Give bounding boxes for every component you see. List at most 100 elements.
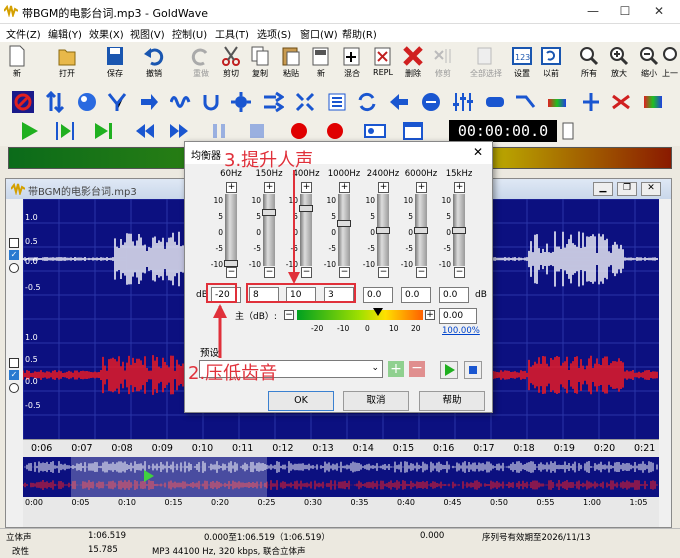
minimize-button[interactable]: — bbox=[582, 2, 604, 20]
play-selection-icon[interactable] bbox=[54, 120, 76, 142]
band-0-slider[interactable] bbox=[225, 194, 237, 266]
band-4-increase-button[interactable]: + bbox=[378, 182, 389, 193]
filter-icon[interactable] bbox=[484, 91, 506, 113]
markers-icon[interactable] bbox=[326, 91, 348, 113]
trim-button[interactable]: 修剪 bbox=[428, 44, 458, 86]
ok-button[interactable]: OK bbox=[268, 391, 334, 411]
band-5-value-field[interactable]: 0.0 bbox=[401, 287, 431, 303]
paste-button[interactable]: 粘贴 bbox=[276, 44, 306, 86]
mix-button[interactable]: 混合 bbox=[337, 44, 367, 86]
zoom-all-button[interactable]: 所有 bbox=[574, 44, 604, 86]
pause-icon[interactable] bbox=[208, 120, 230, 142]
visible-range[interactable] bbox=[71, 457, 267, 497]
set-marker-button[interactable]: 123 设置 bbox=[507, 44, 537, 86]
save-button[interactable]: 保存 bbox=[100, 44, 130, 86]
redo-button[interactable]: 重做 bbox=[186, 44, 216, 86]
equalizer-icon[interactable] bbox=[452, 91, 474, 113]
stop-icon[interactable] bbox=[246, 120, 268, 142]
band-1-decrease-button[interactable]: − bbox=[264, 267, 275, 278]
arrow-left-icon[interactable] bbox=[388, 91, 410, 113]
doc-minimize-button[interactable]: ▁ bbox=[593, 182, 613, 196]
close-button[interactable]: ✕ bbox=[648, 2, 670, 20]
preview-stop-button[interactable] bbox=[464, 361, 482, 379]
preview-play-button[interactable] bbox=[440, 361, 458, 379]
band-6-decrease-button[interactable]: − bbox=[454, 267, 465, 278]
window-icon[interactable] bbox=[402, 120, 424, 142]
menu-window[interactable]: 窗口(W) bbox=[300, 26, 338, 41]
resample-icon[interactable] bbox=[230, 91, 252, 113]
band-3-slider[interactable] bbox=[338, 194, 350, 266]
band-5-increase-button[interactable]: + bbox=[416, 182, 427, 193]
band-6-increase-button[interactable]: + bbox=[454, 182, 465, 193]
cut-button[interactable]: 剪切 bbox=[216, 44, 246, 86]
band-2-increase-button[interactable]: + bbox=[301, 182, 312, 193]
spatial-icon[interactable] bbox=[294, 91, 316, 113]
reverse-icon[interactable] bbox=[200, 91, 222, 113]
band-1-thumb[interactable] bbox=[262, 209, 276, 217]
spectrum-icon[interactable] bbox=[546, 91, 568, 113]
band-1-slider[interactable] bbox=[263, 194, 275, 266]
replace-button[interactable]: REPL bbox=[368, 44, 398, 86]
band-0-decrease-button[interactable]: − bbox=[226, 267, 237, 278]
band-0-thumb[interactable] bbox=[224, 260, 238, 267]
master-percent-link[interactable]: 100.00% bbox=[442, 326, 480, 336]
doc-close-button[interactable]: ✕ bbox=[641, 182, 661, 196]
menu-tools[interactable]: 工具(T) bbox=[215, 26, 249, 41]
band-3-increase-button[interactable]: + bbox=[339, 182, 350, 193]
copy-button[interactable]: 复制 bbox=[245, 44, 275, 86]
menu-view[interactable]: 视图(V) bbox=[130, 26, 165, 41]
band-0-increase-button[interactable]: + bbox=[226, 182, 237, 193]
menu-file[interactable]: 文件(Z) bbox=[6, 26, 41, 41]
lowpass-icon[interactable] bbox=[514, 91, 536, 113]
mechanize-icon[interactable] bbox=[170, 91, 192, 113]
paste-new-button[interactable]: 新 bbox=[306, 44, 336, 86]
band-4-thumb[interactable] bbox=[376, 227, 390, 234]
play-icon[interactable] bbox=[18, 120, 40, 142]
menu-help[interactable]: 帮助(R) bbox=[342, 26, 377, 41]
timer-reset-icon[interactable] bbox=[561, 120, 575, 142]
master-gain-field[interactable]: 0.00 bbox=[439, 308, 477, 324]
band-6-thumb[interactable] bbox=[452, 227, 466, 234]
band-3-thumb[interactable] bbox=[337, 220, 351, 228]
split-icon[interactable] bbox=[580, 91, 602, 113]
maximize-button[interactable]: ☐ bbox=[614, 2, 636, 20]
band-1-increase-button[interactable]: + bbox=[264, 182, 275, 193]
volume-icon[interactable] bbox=[420, 91, 442, 113]
device-controls-icon[interactable] bbox=[364, 120, 386, 142]
band-5-thumb[interactable] bbox=[414, 227, 428, 234]
menu-options[interactable]: 选项(S) bbox=[257, 26, 291, 41]
undo-button[interactable]: 撤销 bbox=[139, 44, 169, 86]
band-2-thumb[interactable] bbox=[299, 205, 313, 212]
add-preset-button[interactable]: + bbox=[388, 361, 404, 377]
doc-restore-button[interactable]: ❐ bbox=[617, 182, 637, 196]
menu-edit[interactable]: 编辑(Y) bbox=[48, 26, 82, 41]
zoom-prev-button[interactable]: 上一 bbox=[660, 44, 680, 86]
select-all-button[interactable]: 全部选择 bbox=[470, 44, 502, 86]
new-button[interactable]: 新 bbox=[2, 44, 32, 86]
play-to-end-icon[interactable] bbox=[92, 120, 114, 142]
master-gain-slider[interactable] bbox=[297, 310, 423, 320]
band-2-decrease-button[interactable]: − bbox=[301, 267, 312, 278]
delete-button[interactable]: 删除 bbox=[398, 44, 428, 86]
dynamics-icon[interactable] bbox=[44, 91, 66, 113]
eq-close-button[interactable]: ✕ bbox=[473, 145, 483, 159]
flanger-icon[interactable] bbox=[106, 91, 128, 113]
rewind-icon[interactable] bbox=[134, 120, 156, 142]
record-icon[interactable] bbox=[288, 120, 310, 142]
band-4-value-field[interactable]: 0.0 bbox=[363, 287, 393, 303]
master-decrease-button[interactable]: − bbox=[284, 310, 294, 320]
right-channel-solo[interactable] bbox=[9, 383, 19, 393]
band-3-decrease-button[interactable]: − bbox=[339, 267, 350, 278]
band-4-decrease-button[interactable]: − bbox=[378, 267, 389, 278]
cancel-button[interactable]: 取消 bbox=[343, 391, 409, 411]
time-ruler[interactable]: 0:06 0:07 0:08 0:09 0:10 0:11 0:12 0:13 0:14 0:15… bbox=[23, 439, 659, 457]
zoom-in-button[interactable]: 放大 bbox=[604, 44, 634, 86]
previous-button[interactable]: 以前 bbox=[536, 44, 566, 86]
echo-icon[interactable] bbox=[76, 91, 98, 113]
delete-preset-button[interactable]: − bbox=[409, 361, 425, 377]
left-channel-checkbox[interactable]: ✓ bbox=[9, 250, 19, 260]
horizontal-scrollbar[interactable] bbox=[23, 511, 659, 527]
loop-icon[interactable] bbox=[356, 91, 378, 113]
time-warp-icon[interactable] bbox=[262, 91, 284, 113]
record-new-icon[interactable] bbox=[324, 120, 346, 142]
